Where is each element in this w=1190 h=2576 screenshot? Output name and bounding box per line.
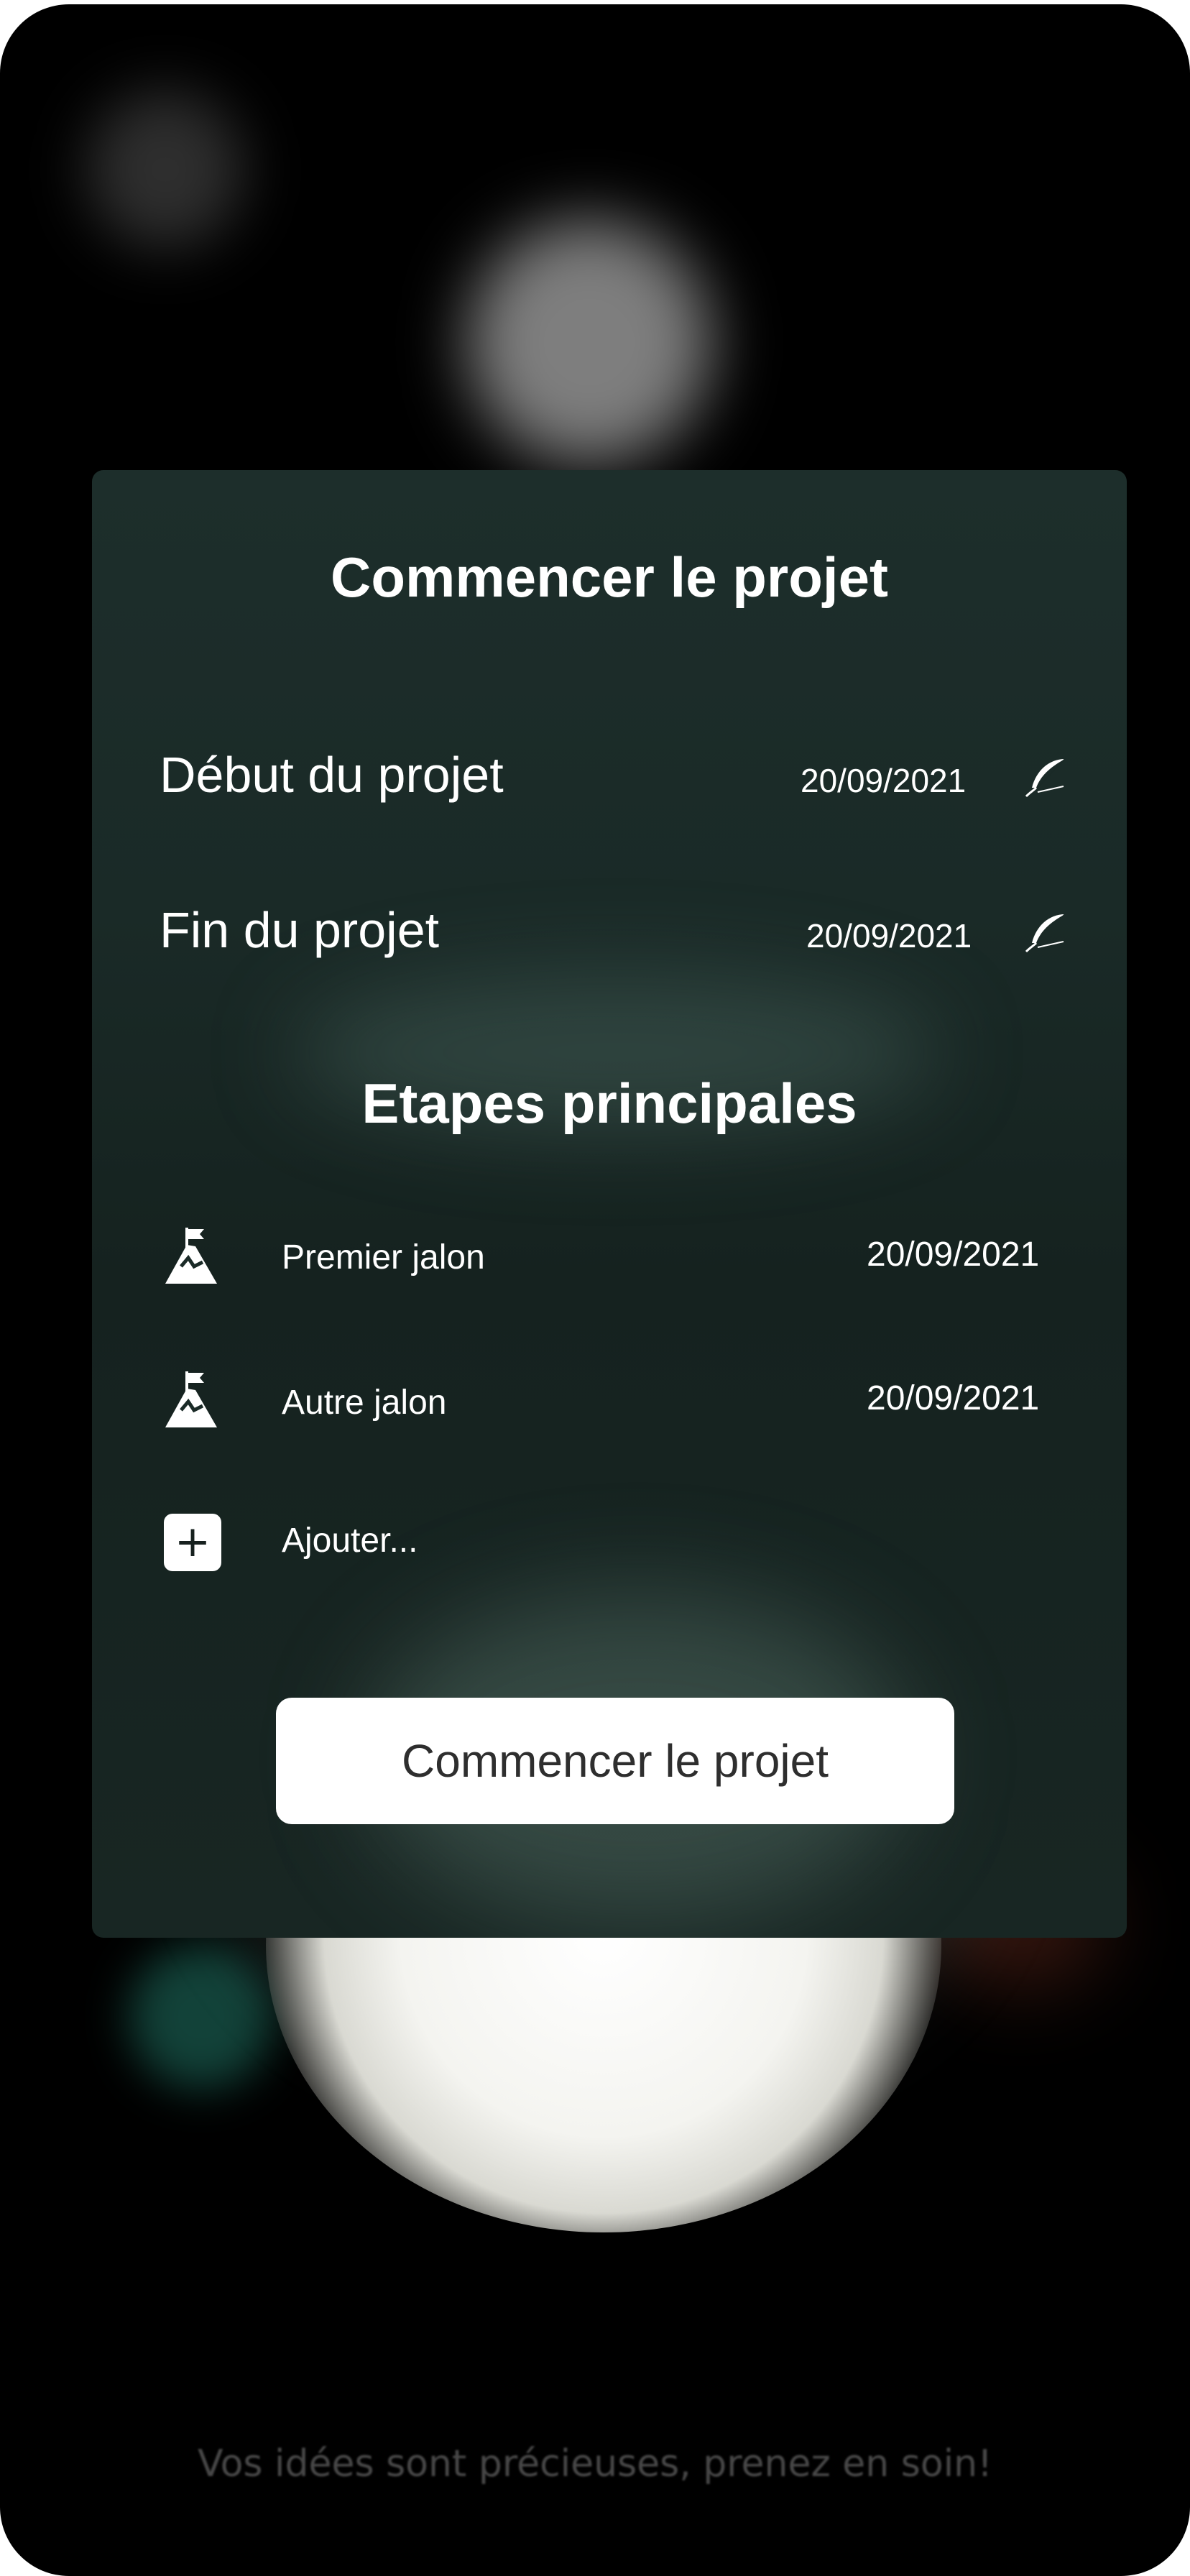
add-milestone-label[interactable]: Ajouter... [282,1521,418,1560]
background-blur-light [467,220,711,464]
footer-tagline: Vos idées sont précieuses, prenez en soi… [198,2442,992,2485]
summit-flag-icon [165,1228,217,1284]
end-date-value[interactable]: 20/09/2021 [806,916,972,955]
milestone-label[interactable]: Premier jalon [282,1238,485,1277]
milestone-label[interactable]: Autre jalon [282,1383,446,1422]
start-date-label: Début du projet [160,747,504,803]
background-blur-light [86,91,244,249]
end-date-label: Fin du projet [160,902,440,958]
app-screen: Commencer le projet Début du projet 20/0… [0,4,1190,2576]
dialog-title: Commencer le projet [331,546,888,609]
milestone-date[interactable]: 20/09/2021 [867,1235,1039,1274]
add-milestone-button[interactable]: + [164,1514,221,1571]
plus-icon: + [174,1517,211,1567]
feather-icon[interactable] [1023,910,1069,956]
start-date-value[interactable]: 20/09/2021 [801,761,966,800]
background-blur-teal [129,1945,273,2089]
start-project-button[interactable]: Commencer le projet [276,1698,954,1824]
feather-icon[interactable] [1023,755,1069,801]
summit-flag-icon [165,1371,217,1427]
start-project-dialog: Commencer le projet Début du projet 20/0… [92,470,1127,1938]
milestones-title: Etapes principales [361,1072,857,1135]
milestone-date[interactable]: 20/09/2021 [867,1379,1039,1418]
